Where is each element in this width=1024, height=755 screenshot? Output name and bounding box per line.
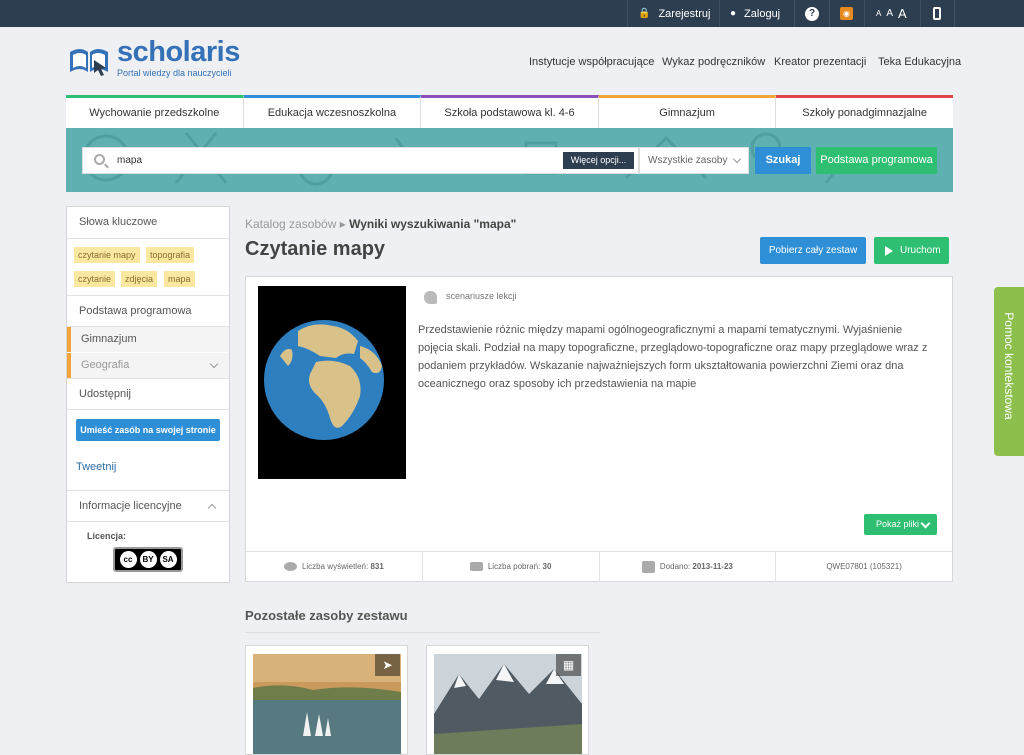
cursor-icon: ➤	[375, 654, 400, 676]
cc-sa-icon: SA	[159, 551, 177, 568]
subject-geografia[interactable]: Geografia	[67, 353, 229, 378]
divider	[245, 632, 600, 633]
download-all-button[interactable]: Pobierz cały zestaw	[760, 237, 866, 264]
tag-topografia[interactable]: topografia	[146, 247, 195, 263]
tab-preschool[interactable]: Wychowanie przedszkolne	[66, 95, 244, 128]
rss-icon: ◉	[840, 7, 853, 20]
cc-icon: cc	[119, 551, 137, 568]
logo-icon[interactable]	[68, 44, 110, 76]
related-resource-card[interactable]: ➤	[245, 645, 408, 755]
stat-downloads: Liczba pobrań: 30	[423, 552, 600, 582]
breadcrumb-root[interactable]: Katalog zasobów	[245, 217, 336, 231]
resource-type: scenariusze lekcji	[446, 291, 517, 301]
sidebar: Słowa kluczowe czytanie mapy topografia …	[66, 206, 230, 583]
question-icon: ?	[805, 6, 819, 21]
resource-thumbnail[interactable]	[258, 286, 406, 479]
film-icon: ▦	[556, 654, 581, 676]
tag-czytanie-mapy[interactable]: czytanie mapy	[74, 247, 140, 263]
breadcrumb-separator-icon: ▸	[339, 217, 350, 231]
register-link[interactable]: 🔒 Zarejestruj	[627, 0, 719, 27]
share-title: Udostępnij	[67, 378, 229, 410]
font-medium-button[interactable]: A	[886, 8, 893, 19]
tab-early-education[interactable]: Edukacja wczesnoszkolna	[243, 95, 422, 128]
phone-icon	[933, 7, 941, 20]
logo-tagline: Portal wiedzy dla nauczycieli	[117, 68, 232, 78]
level-gimnazjum: Gimnazjum	[67, 327, 229, 352]
tweet-link[interactable]: Tweetnij	[76, 461, 116, 473]
cc-license-badge[interactable]: cc BY SA	[113, 547, 183, 572]
lesson-plan-icon	[424, 291, 437, 304]
logo-text[interactable]: scholaris	[117, 36, 240, 69]
nav-partners[interactable]: Instytucje współpracujące	[529, 56, 654, 68]
resource-scope-select[interactable]: Wszystkie zasoby	[639, 147, 749, 174]
tab-primary-4-6[interactable]: Szkoła podstawowa kl. 4-6	[421, 95, 599, 128]
nav-textbooks[interactable]: Wykaz podręczników	[662, 56, 765, 68]
help-button[interactable]: ?	[794, 0, 829, 27]
nav-teka[interactable]: Teka Edukacyjna	[878, 56, 961, 68]
tag-mapa[interactable]: mapa	[164, 271, 195, 287]
page-title: Czytanie mapy	[245, 238, 386, 260]
mobile-button[interactable]	[920, 0, 955, 27]
top-bar: 🔒 Zarejestruj ● Zaloguj ? ◉ A A A	[0, 0, 1024, 27]
lock-icon: 🔒	[638, 8, 651, 19]
cc-by-icon: BY	[139, 551, 157, 568]
font-large-button[interactable]: A	[898, 6, 907, 21]
tag-czytanie[interactable]: czytanie	[74, 271, 116, 287]
embed-resource-button[interactable]: Umieść zasób na swojej stronie	[76, 419, 220, 441]
user-icon: ●	[730, 8, 737, 19]
font-small-button[interactable]: A	[876, 9, 881, 18]
tab-gimnazjum[interactable]: Gimnazjum	[598, 95, 777, 128]
globe-image	[264, 320, 384, 440]
license-label: Licencja:	[87, 531, 127, 541]
nav-presentation-creator[interactable]: Kreator prezentacji	[774, 56, 866, 68]
resource-description: Przedstawienie różnic między mapami ogól…	[418, 324, 928, 390]
tag-zdjecia[interactable]: zdjęcia	[121, 271, 158, 287]
keywords-title: Słowa kluczowe	[67, 207, 229, 239]
breadcrumb: Katalog zasobów ▸ Wyniki wyszukiwania "m…	[245, 217, 516, 231]
chevron-down-icon	[209, 359, 219, 369]
rss-button[interactable]: ◉	[829, 0, 864, 27]
search-query: mapa	[117, 155, 143, 166]
show-files-button[interactable]: Pokaż pliki	[864, 514, 937, 535]
resource-stats: Liczba wyświetleń: 831 Liczba pobrań: 30…	[246, 551, 952, 582]
other-resources-title: Pozostałe zasoby zestawu	[245, 608, 408, 623]
tab-secondary[interactable]: Szkoły ponadgimnazjalne	[776, 95, 953, 128]
related-resource-card[interactable]: ▦	[426, 645, 589, 755]
chevron-down-icon	[732, 154, 742, 164]
more-options-button[interactable]: Więcej opcji...	[563, 152, 634, 169]
search-button[interactable]: Szukaj	[755, 147, 811, 174]
core-curriculum-button[interactable]: Podstawa programowa	[816, 147, 937, 174]
resource-code: QWE07801 (105321)	[826, 562, 902, 571]
stat-added: Dodano: 2013-11-23	[600, 552, 777, 582]
search-input[interactable]: mapa	[82, 147, 639, 174]
eye-icon	[283, 562, 297, 572]
calendar-icon	[641, 560, 655, 573]
breadcrumb-current: Wyniki wyszukiwania "mapa"	[349, 217, 517, 231]
login-link[interactable]: ● Zaloguj	[719, 0, 794, 27]
run-button[interactable]: Uruchom	[874, 237, 949, 264]
context-help-tab[interactable]: Pomoc kontekstowa	[994, 287, 1024, 456]
license-info-toggle[interactable]: Informacje licencyjne	[67, 490, 229, 522]
search-icon	[94, 154, 105, 165]
resource-card: scenariusze lekcji Przedstawienie różnic…	[245, 276, 953, 582]
font-size-controls: A A A	[864, 0, 920, 27]
stat-views: Liczba wyświetleń: 831	[246, 552, 423, 582]
chevron-up-icon	[207, 503, 217, 513]
download-icon	[469, 562, 483, 572]
level-tabs: Wychowanie przedszkolne Edukacja wczesno…	[66, 95, 953, 128]
curriculum-title: Podstawa programowa zasobu	[67, 295, 229, 348]
